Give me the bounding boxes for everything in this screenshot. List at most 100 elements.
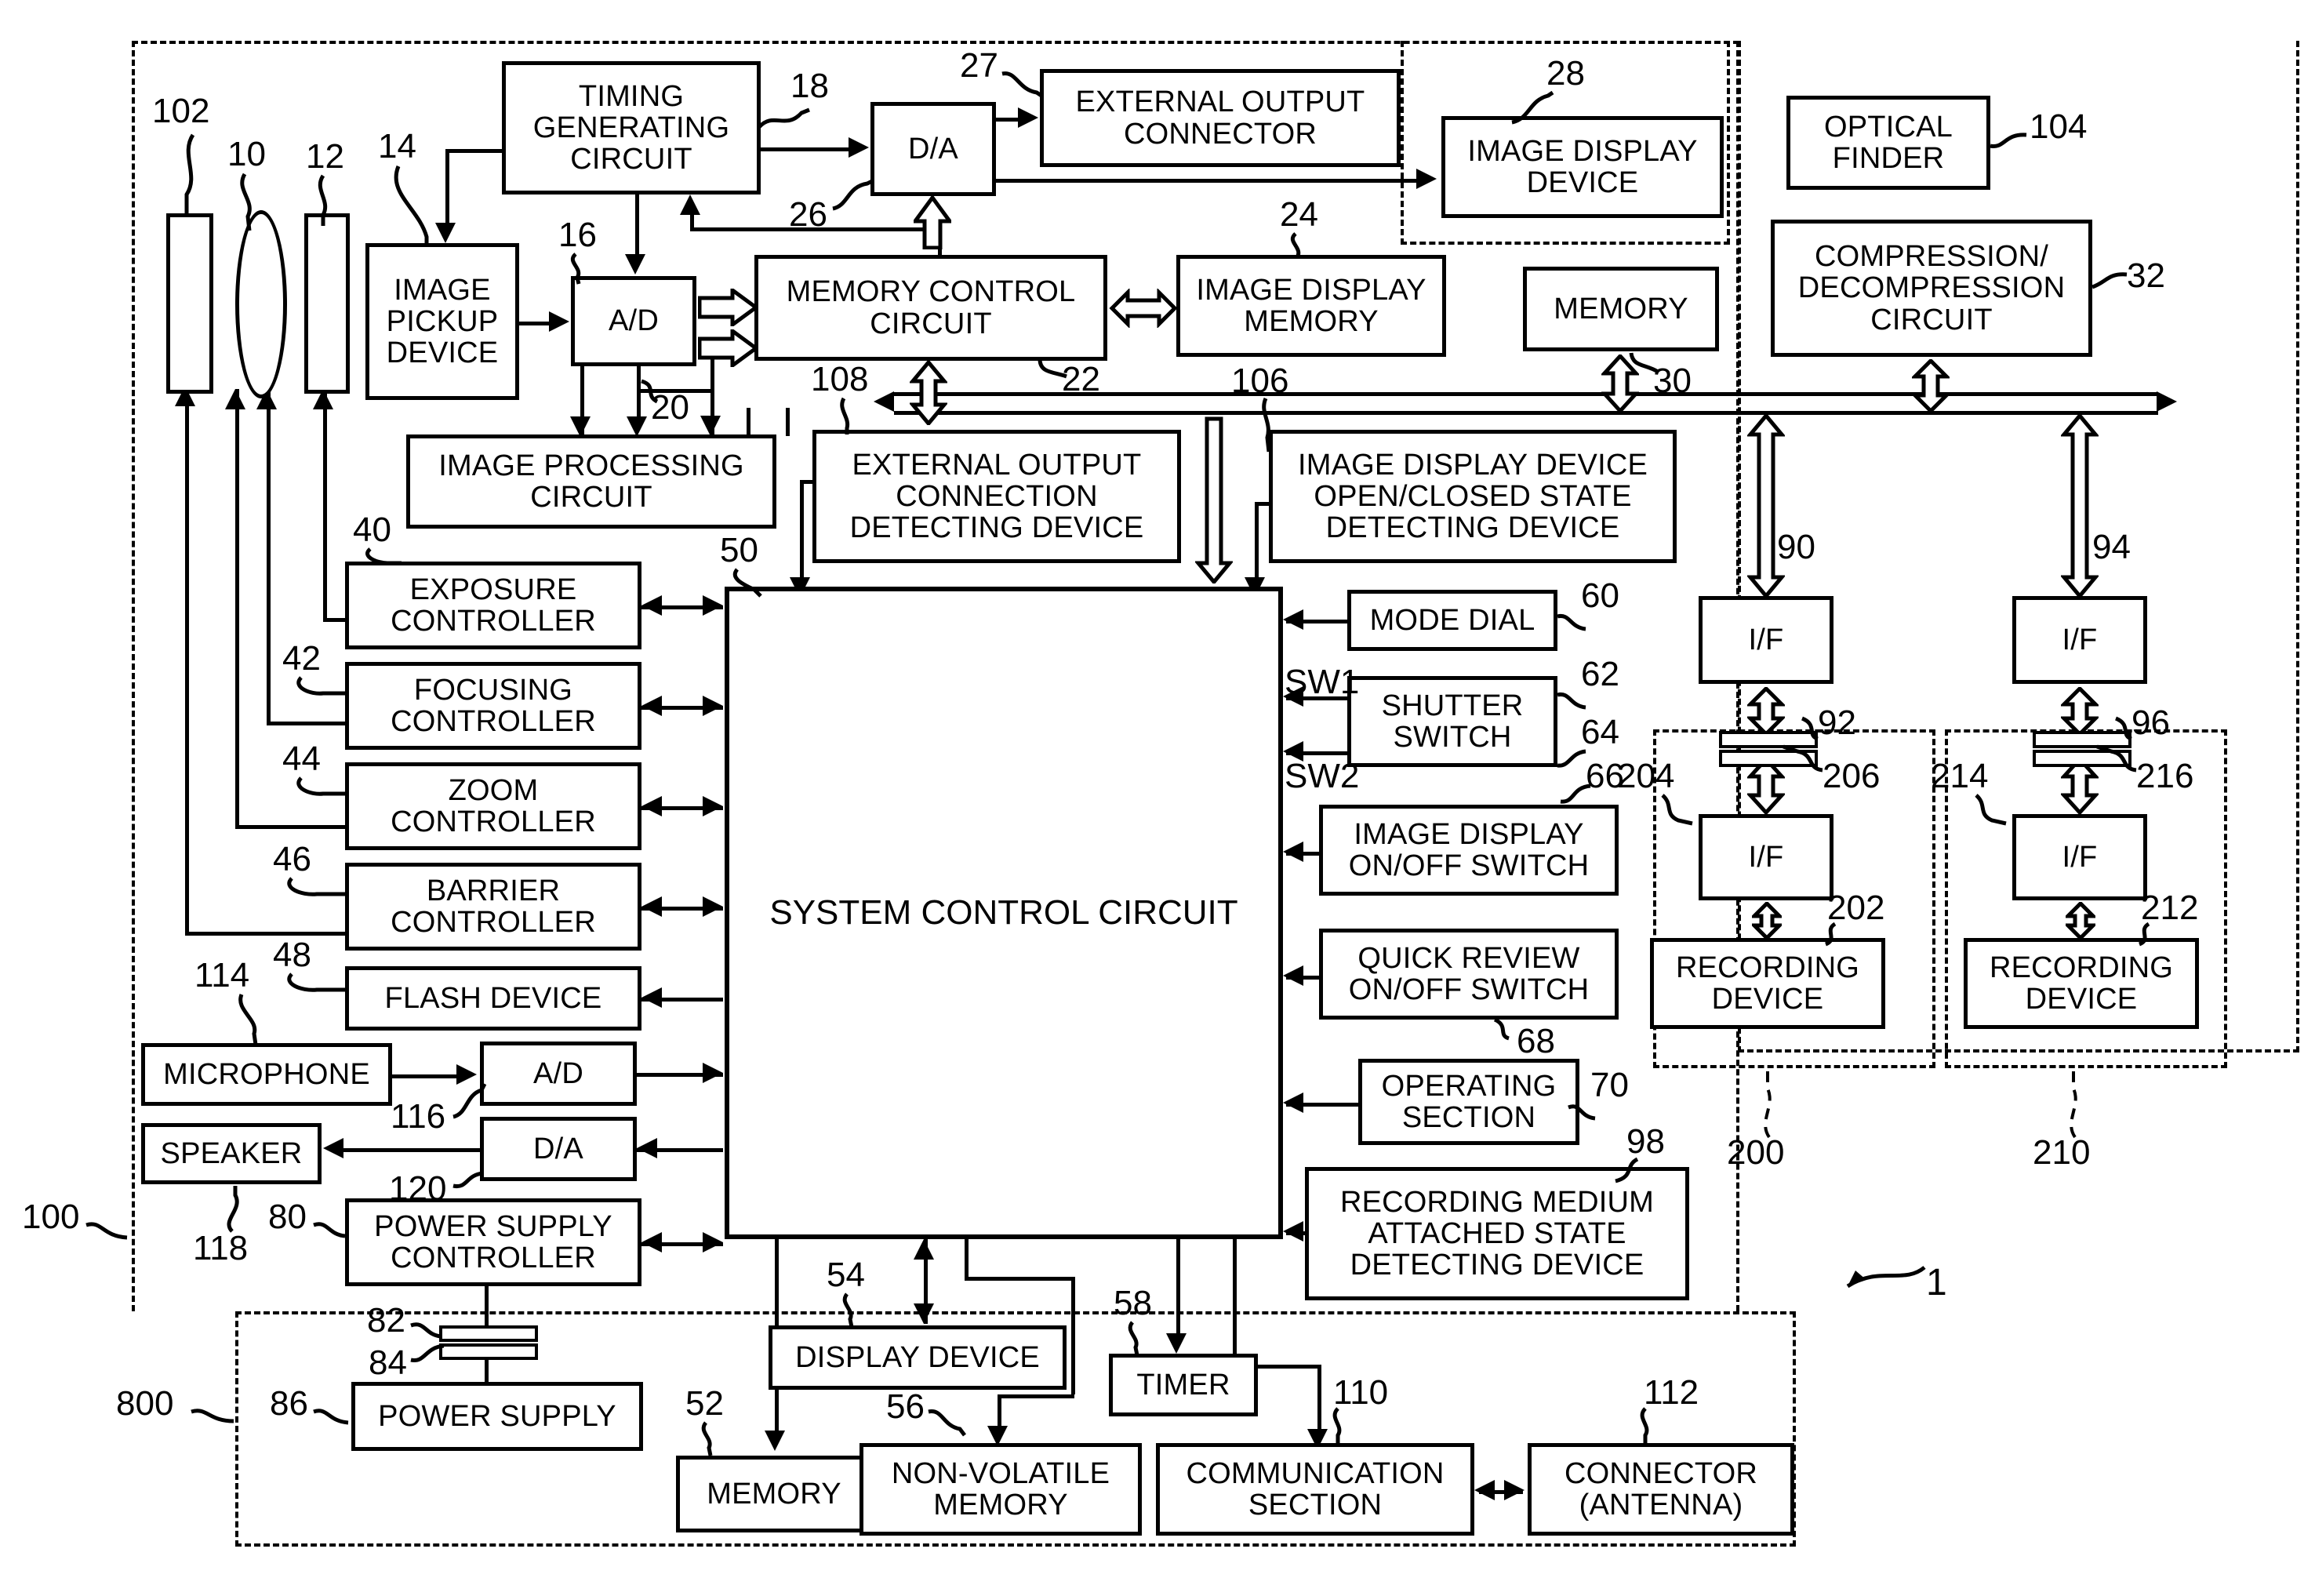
interface-94-label: I/F (2062, 623, 2098, 656)
arrow-psc-right (703, 1232, 723, 1252)
hollow-arrow-ipc-to-mcc (698, 329, 758, 367)
compression-decompression-circuit-label: COMPRESSION/ DECOMPRESSION CIRCUIT (1797, 240, 2066, 336)
memory-control-circuit-block: MEMORY CONTROL CIRCUIT (754, 255, 1107, 361)
wire-tgc-to-ad (635, 195, 639, 256)
arrow-ipc-in (700, 416, 721, 436)
ad-converter-116-label: A/D (533, 1056, 583, 1090)
leader-98 (1612, 1157, 1645, 1186)
ref-48: 48 (273, 936, 311, 974)
ref-116: 116 (391, 1097, 446, 1136)
shutter-switch-label: SHUTTER SWITCH (1381, 689, 1524, 754)
leader-120 (452, 1169, 488, 1194)
ref-206: 206 (1823, 757, 1881, 795)
ref-86: 86 (270, 1384, 308, 1423)
ref-216: 216 (2136, 757, 2194, 795)
ref-12: 12 (306, 137, 344, 176)
interface-90-label: I/F (1748, 623, 1784, 656)
ref-84: 84 (369, 1343, 407, 1382)
image-display-on-off-switch-label: IMAGE DISPLAY ON/OFF SWITCH (1348, 817, 1590, 882)
wire-zoom-lens-h (235, 825, 347, 829)
wire-scc-to-timer (1176, 1239, 1180, 1336)
optical-finder-block: OPTICAL FINDER (1786, 96, 1990, 190)
arrow-mic-to-ad (456, 1064, 477, 1085)
wire-tgc-to-da (761, 147, 850, 151)
arrow-zoom-right (703, 796, 723, 816)
connector-antenna-block: CONNECTOR (ANTENNA) (1528, 1443, 1794, 1536)
ad-converter-116-block: A/D (480, 1042, 637, 1106)
wire-exposure-to-shutter (323, 389, 327, 621)
leader-200 (1747, 1071, 1783, 1139)
ref-30: 30 (1653, 362, 1692, 400)
memory-30-label: MEMORY (1554, 292, 1688, 325)
interface-204-block: I/F (1699, 814, 1833, 900)
microphone-block: MICROPHONE (141, 1043, 392, 1106)
quick-review-on-off-switch-block: QUICK REVIEW ON/OFF SWITCH (1319, 929, 1619, 1020)
memory-30-block: MEMORY (1523, 267, 1719, 351)
arrow-modedial (1283, 609, 1303, 630)
leader-14 (387, 165, 433, 245)
leader-10 (235, 173, 273, 231)
hollow-double-arrow-if90 (1747, 414, 1785, 598)
ref-16: 16 (558, 216, 597, 254)
interface-204-label: I/F (1748, 840, 1784, 874)
leader-70 (1568, 1103, 1600, 1123)
main-bus-arrowhead-left (874, 391, 894, 412)
zoom-controller-label: ZOOM CONTROLLER (391, 773, 596, 838)
leader-54 (839, 1292, 866, 1328)
ref-58: 58 (1114, 1284, 1152, 1322)
exposure-controller-label: EXPOSURE CONTROLLER (391, 573, 596, 638)
ref-108: 108 (811, 360, 869, 398)
mode-dial-block: MODE DIAL (1347, 590, 1557, 651)
connector-82-84-symbol (439, 1325, 538, 1360)
flash-device-label: FLASH DEVICE (384, 981, 602, 1015)
ref-46: 46 (273, 840, 311, 878)
arrow-barrier-left (641, 896, 662, 917)
ref-82: 82 (367, 1301, 405, 1340)
da-converter-120-label: D/A (533, 1132, 583, 1165)
leader-62 (1557, 692, 1592, 712)
interface-94-block: I/F (2012, 596, 2147, 684)
leader-82 (410, 1319, 445, 1341)
leader-116 (452, 1082, 488, 1120)
arrow-quickreview (1283, 965, 1303, 986)
ref-110: 110 (1333, 1373, 1389, 1412)
leader-50 (729, 568, 769, 598)
wire-tgc-to-pickup-h (445, 149, 505, 153)
zoom-controller-block: ZOOM CONTROLLER (345, 762, 641, 850)
arrow-da-to-connector (1018, 107, 1038, 128)
ref-20: 20 (651, 388, 689, 427)
arrow-zoom-left (641, 796, 662, 816)
arrow-focusing-left (641, 696, 662, 716)
leader-100 (85, 1219, 133, 1242)
sw2-label: SW2 (1285, 757, 1360, 795)
ref-102: 102 (152, 92, 210, 130)
ref-40: 40 (353, 511, 391, 549)
wire-da-to-image-display-device (996, 179, 1418, 183)
leader-44 (292, 776, 351, 805)
arrow-focusing-right (703, 696, 723, 716)
image-display-device-block: IMAGE DISPLAY DEVICE (1441, 116, 1724, 218)
power-supply-label: POWER SUPPLY (378, 1399, 616, 1433)
wire-da-to-speaker (343, 1148, 482, 1152)
image-pickup-device-label: IMAGE PICKUP DEVICE (386, 273, 499, 370)
ref-60: 60 (1581, 576, 1619, 615)
image-processing-circuit-block: IMAGE PROCESSING CIRCUIT (406, 434, 776, 529)
arrow-scc-to-timer (1166, 1333, 1187, 1354)
leader-40 (361, 547, 403, 576)
wire-zoom-to-lens (235, 389, 239, 828)
leader-106 (1259, 397, 1286, 453)
arrow-tgc-to-ad (625, 254, 645, 274)
image-processing-circuit-label: IMAGE PROCESSING CIRCUIT (438, 449, 744, 514)
wire-idd-open-to-scc-v (1255, 502, 1259, 580)
ref-214: 214 (1931, 757, 1989, 795)
external-output-connector-label: EXTERNAL OUTPUT CONNECTOR (1075, 85, 1365, 151)
ref-26: 26 (789, 195, 827, 234)
ad-converter-16-block: A/D (571, 276, 696, 366)
arrow-barrier-right (703, 896, 723, 917)
image-display-device-open-closed-state-detecting-device-label: IMAGE DISPLAY DEVICE OPEN/CLOSED STATE D… (1297, 448, 1648, 545)
interface-214-label: I/F (2062, 840, 2098, 874)
ref-90: 90 (1777, 528, 1815, 566)
ref-200: 200 (1727, 1133, 1785, 1172)
hollow-double-arrow-compression (1912, 359, 1950, 413)
arrow-comm-antenna-right (1504, 1480, 1525, 1500)
